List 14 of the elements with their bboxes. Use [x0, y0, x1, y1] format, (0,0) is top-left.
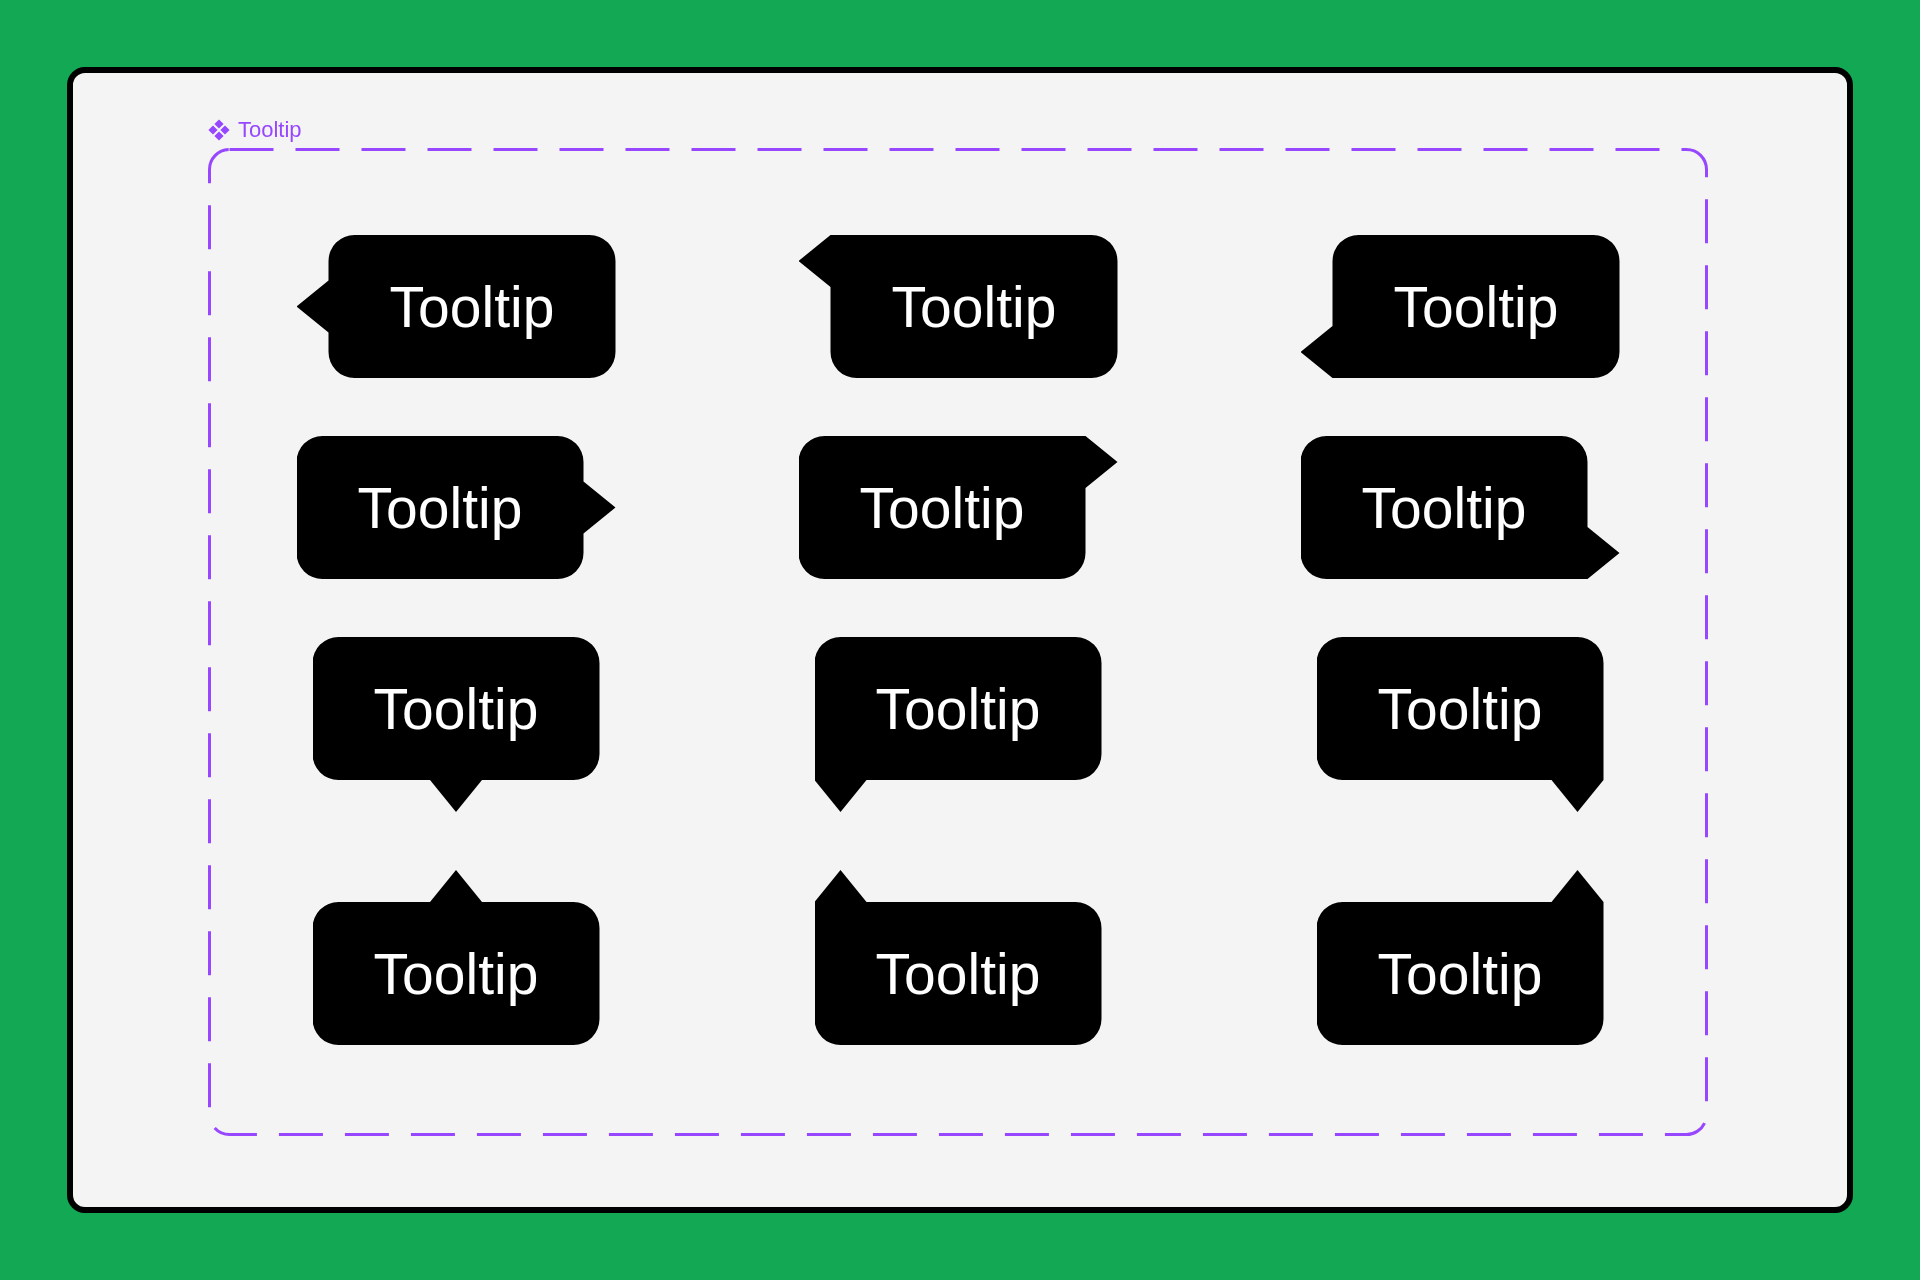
- component-set-label: Tooltip: [238, 117, 302, 143]
- tooltip: Tooltip: [312, 637, 600, 812]
- tooltip: Tooltip: [296, 235, 616, 378]
- tooltip: Tooltip: [1300, 436, 1620, 579]
- tooltip: Tooltip: [1316, 870, 1604, 1045]
- tooltip: Tooltip: [798, 235, 1118, 378]
- tooltip: Tooltip: [814, 637, 1102, 812]
- tooltip: Tooltip: [798, 436, 1118, 579]
- tooltip: Tooltip: [1300, 235, 1620, 378]
- tooltip: Tooltip: [814, 870, 1102, 1045]
- tooltip: Tooltip: [296, 436, 616, 579]
- tooltip: Tooltip: [312, 870, 600, 1045]
- tooltip: Tooltip: [1316, 637, 1604, 812]
- component-icon: [208, 119, 230, 141]
